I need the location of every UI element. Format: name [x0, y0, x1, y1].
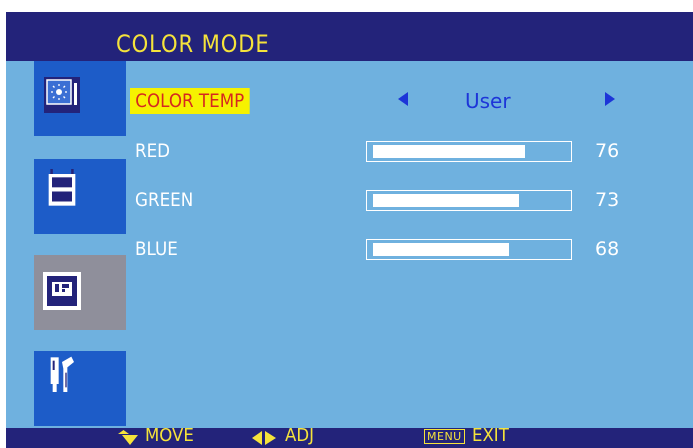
hint-move: MOVE — [145, 425, 194, 446]
slider-value-blue: 68 — [595, 238, 620, 260]
slider-label-red[interactable]: RED — [135, 138, 170, 164]
film-strip-icon — [48, 169, 76, 206]
sidebar-item-picture[interactable] — [34, 61, 126, 136]
slider-green[interactable] — [366, 190, 572, 211]
slider-label-blue[interactable]: BLUE — [135, 236, 178, 262]
menu-title: COLOR MODE — [116, 30, 270, 58]
arrow-left-icon[interactable] — [398, 92, 408, 106]
slider-value-green: 73 — [595, 189, 620, 211]
slider-fill — [373, 194, 519, 207]
sidebar-item-setup[interactable] — [34, 351, 126, 426]
slider-fill — [373, 243, 509, 256]
arrow-right-icon[interactable] — [605, 92, 615, 106]
slider-fill — [373, 145, 525, 158]
up-down-arrows-icon — [118, 430, 138, 445]
sidebar — [6, 61, 126, 426]
hint-exit: EXIT — [472, 425, 509, 446]
title-bar: COLOR MODE — [6, 12, 693, 61]
left-right-arrows-icon — [252, 431, 276, 445]
color-temp-value: User — [465, 89, 511, 113]
hint-adjust: ADJ — [285, 425, 314, 446]
slider-value-red: 76 — [595, 140, 620, 162]
picture-brightness-icon — [44, 77, 80, 113]
slider-label-green[interactable]: GREEN — [135, 187, 193, 213]
screen-position-icon — [43, 272, 81, 310]
osd-menu: COLOR MODE COLOR TEMP User RED 76 GREEN … — [6, 12, 693, 448]
tools-icon — [50, 356, 74, 392]
slider-red[interactable] — [366, 141, 572, 162]
sidebar-item-screen[interactable] — [34, 255, 126, 330]
hint-bar: MOVE ADJ MENU EXIT — [6, 425, 693, 448]
color-temp-label[interactable]: COLOR TEMP — [130, 88, 250, 114]
sidebar-item-display[interactable] — [34, 159, 126, 234]
menu-key-icon: MENU — [424, 429, 465, 444]
slider-blue[interactable] — [366, 239, 572, 260]
